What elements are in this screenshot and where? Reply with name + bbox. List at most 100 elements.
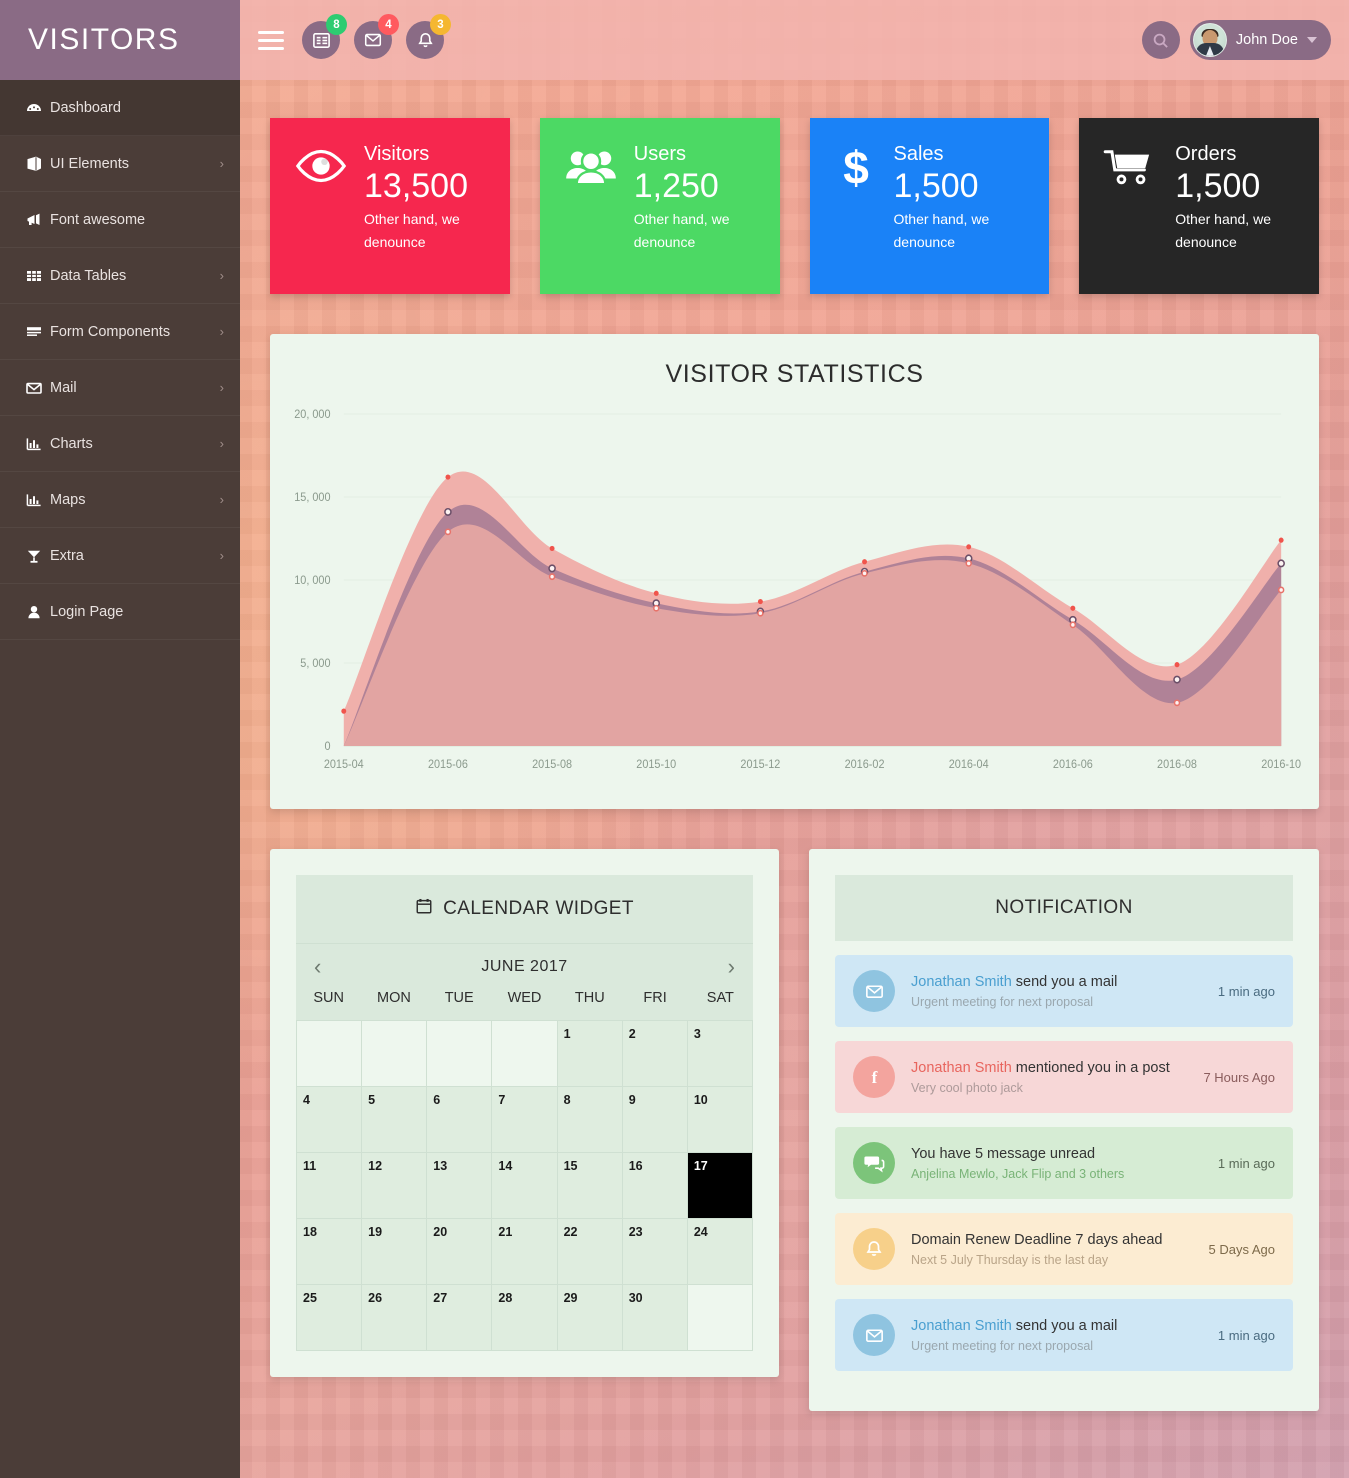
hamburger-icon[interactable]: [254, 23, 288, 57]
bell-icon-button[interactable]: 3: [406, 14, 451, 59]
user-icon: [24, 602, 50, 622]
profile-menu[interactable]: John Doe: [1189, 20, 1331, 60]
notification-item[interactable]: Jonathan Smith send you a mail Urgent mee…: [835, 1299, 1293, 1371]
calendar-cell-day[interactable]: 4: [297, 1087, 363, 1153]
sidebar-item-extra[interactable]: Extra ›: [0, 528, 240, 584]
calendar-cell-day[interactable]: 30: [622, 1285, 688, 1351]
brand-title: VISITORS: [28, 23, 180, 56]
calendar-cell-day[interactable]: 14: [492, 1153, 558, 1219]
calendar-icon: [415, 897, 433, 921]
calendar-cell-day[interactable]: 17: [687, 1153, 753, 1219]
notification-subtext: Urgent meeting for next proposal: [911, 995, 1094, 1010]
calendar-cell-day[interactable]: 29: [557, 1285, 623, 1351]
calendar-cell-day[interactable]: 28: [492, 1285, 558, 1351]
stat-card-visitors[interactable]: Visitors 13,500 Other hand, we denounce: [270, 118, 510, 294]
notification-timestamp: 1 min ago: [1217, 1327, 1275, 1343]
chevron-left-icon[interactable]: ‹: [314, 956, 334, 978]
top-header: 8 4 3 John Doe: [240, 0, 1349, 80]
calendar-cell-day[interactable]: 27: [427, 1285, 493, 1351]
notification-timestamp: 7 Hours Ago: [1203, 1069, 1275, 1085]
calendar-cell-day[interactable]: 3: [687, 1021, 753, 1087]
calendar-dow-wed: WED: [507, 990, 542, 1006]
calendar-cell-day[interactable]: 15: [557, 1153, 623, 1219]
calendar-cell-day[interactable]: 12: [362, 1153, 428, 1219]
calendar-cell-day[interactable]: 2: [622, 1021, 688, 1087]
chevron-right-icon: ›: [219, 268, 224, 283]
calendar-nav: ‹ JUNE 2017 ›: [296, 943, 753, 978]
calendar-cell-day[interactable]: 13: [427, 1153, 493, 1219]
calendar-widget-title: CALENDAR WIDGET: [443, 898, 634, 919]
calendar-cell-day[interactable]: 10: [687, 1087, 753, 1153]
calendar-cell-empty: [492, 1021, 558, 1087]
chevron-right-icon: ›: [219, 436, 224, 451]
sidebar-item-dashboard[interactable]: Dashboard: [0, 80, 240, 136]
stat-value: 1,500: [1175, 167, 1261, 205]
tasks-icon-button[interactable]: 8: [302, 14, 347, 59]
envelope-icon: [24, 378, 50, 398]
notification-item[interactable]: Jonathan Smith send you a mail Urgent mee…: [835, 955, 1293, 1027]
stat-card-orders[interactable]: Orders 1,500 Other hand, we denounce: [1079, 118, 1319, 294]
stat-card-users[interactable]: Users 1,250 Other hand, we denounce: [539, 118, 780, 294]
sidebar-item-label: UI Elements: [50, 155, 129, 172]
chevron-down-icon: [1307, 37, 1317, 43]
calendar-cell-empty: [427, 1021, 493, 1087]
brand: VISITORS: [0, 0, 240, 80]
svg-text:2016-04: 2016-04: [949, 759, 989, 771]
svg-text:2015-12: 2015-12: [740, 759, 780, 771]
sidebar-item-font-awesome[interactable]: Font awesome: [0, 192, 240, 248]
svg-text:2016-10: 2016-10: [1261, 759, 1301, 771]
calendar-cell-day[interactable]: 5: [362, 1087, 428, 1153]
notification-item[interactable]: Domain Renew Deadline 7 days ahead Next 5…: [835, 1213, 1293, 1285]
dashboard-icon: [24, 98, 50, 118]
calendar-cell-day[interactable]: 22: [557, 1219, 623, 1285]
calendar-cell-empty: [687, 1285, 753, 1351]
calendar-cell-day[interactable]: 7: [492, 1087, 558, 1153]
calendar-cell-day[interactable]: 24: [687, 1219, 753, 1285]
messages-icon-button[interactable]: 4: [354, 14, 399, 59]
notification-body: Jonathan Smith send you a mail Urgent mee…: [911, 1317, 1190, 1354]
chart-area: 0 5, 000 10, 000 15, 000 20, 000 2015-04 2015-…: [270, 404, 1319, 804]
calendar-cell-day[interactable]: 18: [297, 1219, 363, 1285]
users-icon: [564, 144, 618, 294]
bar-chart-icon: [24, 434, 50, 454]
stat-description: Other hand, we denounce: [1175, 210, 1271, 250]
sidebar-item-charts[interactable]: Charts ›: [0, 416, 240, 472]
chevron-right-icon: ›: [219, 548, 224, 563]
notification-item[interactable]: You have 5 message unread Anjelina Mewlo,…: [835, 1127, 1293, 1199]
calendar-dow-sat: SAT: [706, 990, 734, 1006]
calendar-cell-day[interactable]: 16: [622, 1153, 688, 1219]
sidebar-item-ui-elements[interactable]: UI Elements ›: [0, 136, 240, 192]
sidebar-item-maps[interactable]: Maps ›: [0, 472, 240, 528]
calendar-dow-sun: SUN: [313, 990, 344, 1006]
sidebar-item-form-components[interactable]: Form Components ›: [0, 304, 240, 360]
bullhorn-icon: [24, 210, 50, 230]
notification-text: Domain Renew Deadline 7 days ahead: [911, 1231, 1181, 1251]
svg-text:2016-08: 2016-08: [1157, 759, 1197, 771]
chevron-right-icon[interactable]: ›: [715, 956, 735, 978]
stat-card-sales[interactable]: $ Sales 1,500 Other hand, we denounce: [809, 118, 1050, 294]
calendar-cell-day[interactable]: 23: [622, 1219, 688, 1285]
notification-actor: Jonathan Smith: [911, 973, 1012, 990]
calendar-cell-day[interactable]: 20: [427, 1219, 493, 1285]
calendar-cell-day[interactable]: 8: [557, 1087, 623, 1153]
sidebar-item-login-page[interactable]: Login Page: [0, 584, 240, 640]
notification-subtext: Very cool photo jack: [911, 1081, 1023, 1096]
calendar-cell-day[interactable]: 26: [362, 1285, 428, 1351]
search-icon[interactable]: [1141, 21, 1180, 59]
calendar-cell-day[interactable]: 6: [427, 1087, 493, 1153]
calendar-cell-day[interactable]: 21: [492, 1219, 558, 1285]
sidebar-item-mail[interactable]: Mail ›: [0, 360, 240, 416]
calendar-cell-day[interactable]: 19: [362, 1219, 428, 1285]
notification-text: Jonathan Smith send you a mail: [911, 973, 1190, 993]
calendar-cell-day[interactable]: 1: [557, 1021, 623, 1087]
notification-item[interactable]: f Jonathan Smith mentioned you in a post V…: [835, 1041, 1293, 1113]
svg-text:2016-02: 2016-02: [845, 759, 885, 771]
calendar-cell-day[interactable]: 9: [622, 1087, 688, 1153]
svg-text:2015-06: 2015-06: [428, 759, 468, 771]
notification-body: Jonathan Smith mentioned you in a post Ve…: [911, 1059, 1175, 1096]
calendar-cell-day[interactable]: 25: [297, 1285, 363, 1351]
calendar-cell-day[interactable]: 11: [297, 1153, 363, 1219]
notification-body: You have 5 message unread Anjelina Mewlo,…: [911, 1145, 1190, 1182]
cocktail-icon: [24, 546, 50, 566]
sidebar-item-data-tables[interactable]: Data Tables ›: [0, 248, 240, 304]
